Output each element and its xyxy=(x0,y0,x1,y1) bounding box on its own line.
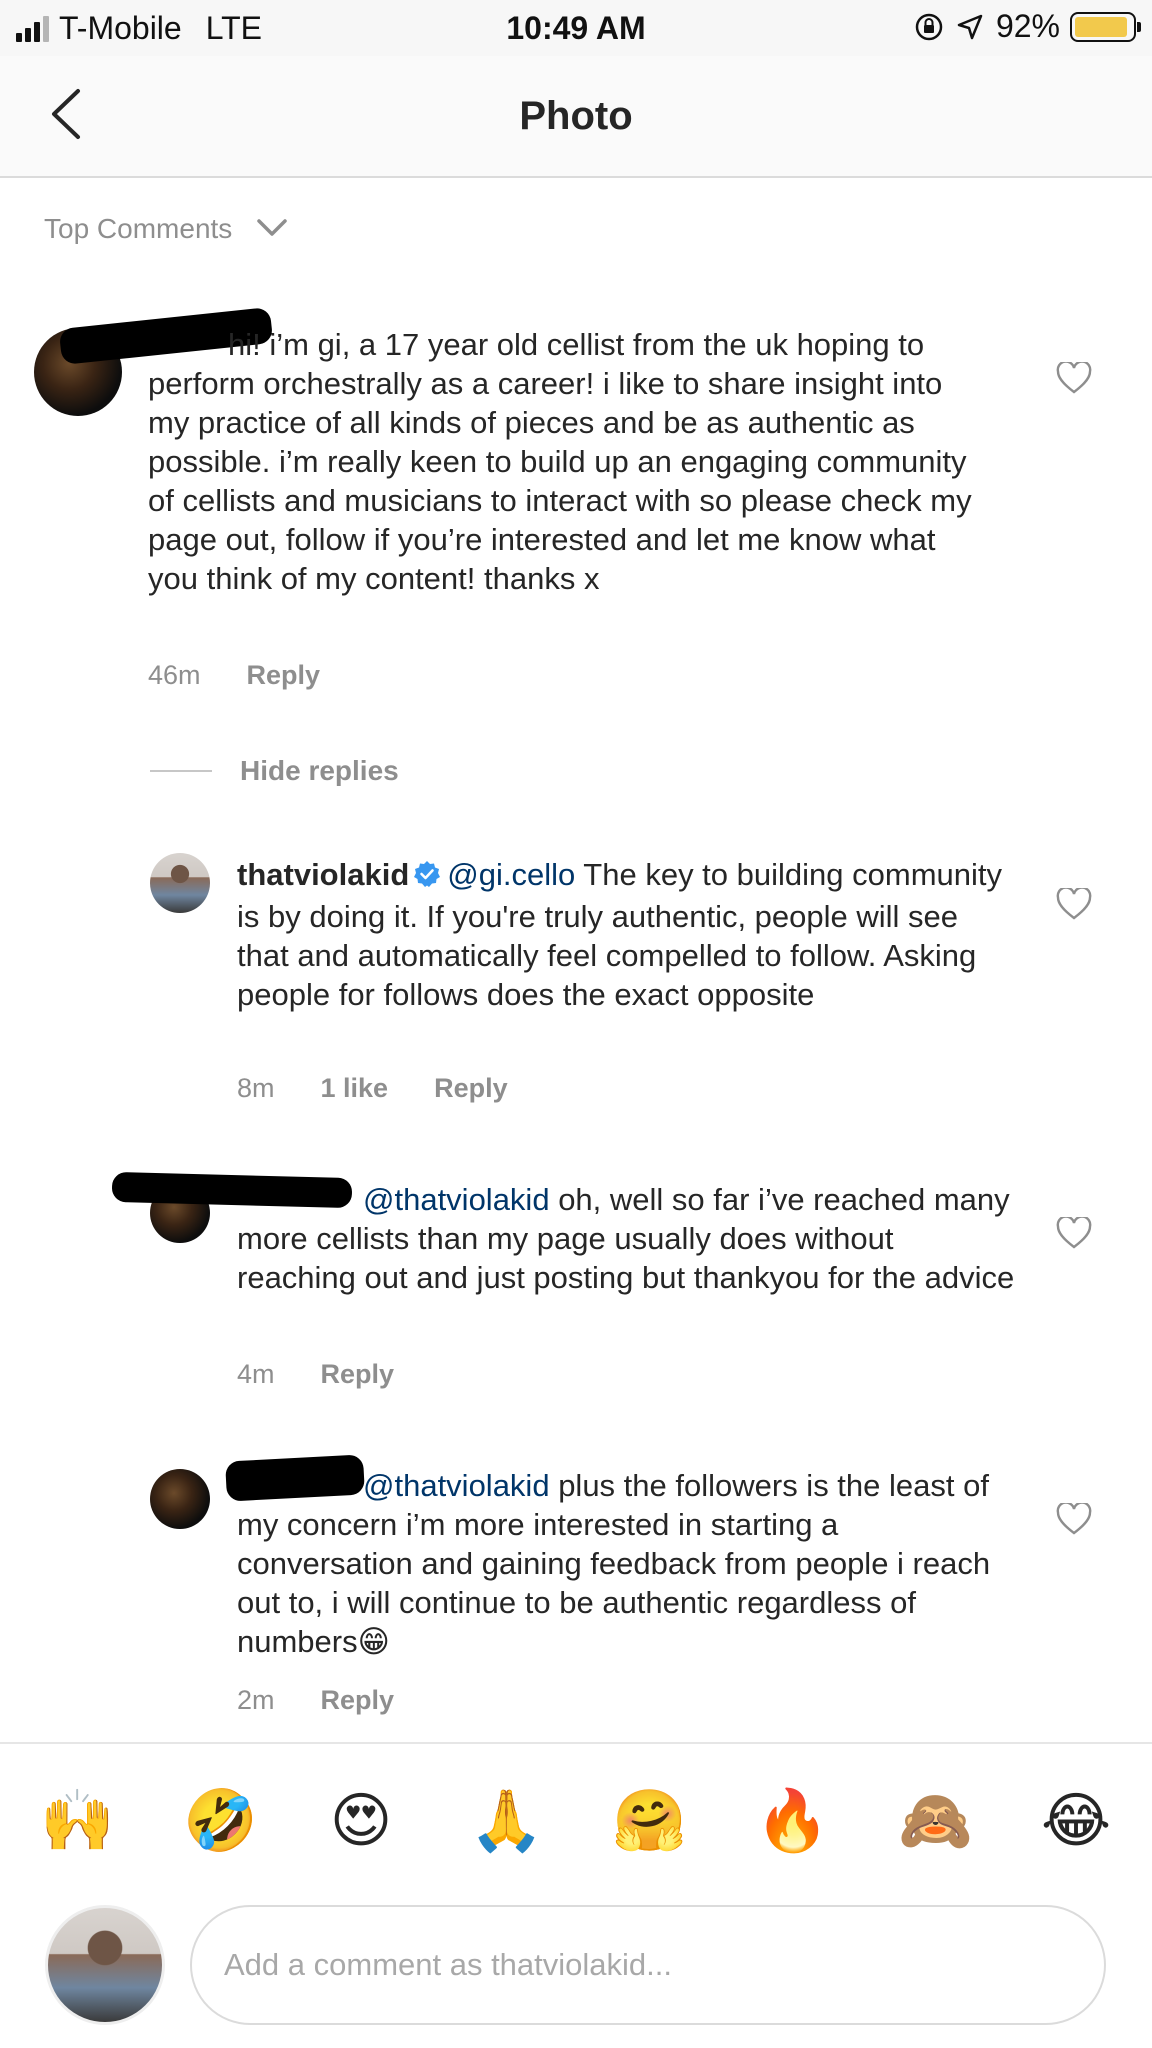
see-no-evil-emoji[interactable]: 🙈 xyxy=(898,1786,973,1856)
reply-emoji: 😁 xyxy=(357,1624,390,1660)
like-button[interactable] xyxy=(1056,360,1092,394)
comment-time: 46m xyxy=(148,660,201,690)
username[interactable]: thatviolakid xyxy=(237,857,409,892)
reply-meta: 8m 1 like Reply xyxy=(237,1073,508,1104)
battery-percent: 92% xyxy=(995,8,1060,44)
reply-button[interactable]: Reply xyxy=(434,1073,508,1104)
battery-fill xyxy=(1075,16,1127,37)
mention-link[interactable]: @thatviolakid xyxy=(363,1468,550,1503)
raising-hands-emoji[interactable]: 🙌 xyxy=(40,1786,115,1856)
hide-replies-button[interactable]: Hide replies xyxy=(150,755,399,787)
fire-emoji[interactable]: 🔥 xyxy=(755,1786,830,1856)
avatar[interactable] xyxy=(150,853,210,913)
heart-icon xyxy=(1056,886,1092,920)
rofl-emoji[interactable]: 🤣 xyxy=(183,1786,258,1856)
reply-text: @thatviolakid plus the followers is the … xyxy=(237,1466,1017,1662)
comment-input[interactable] xyxy=(190,1905,1106,2025)
heart-icon xyxy=(1056,1215,1092,1249)
status-bar: T-Mobile LTE 10:49 AM 92% xyxy=(0,0,1152,56)
reply-button[interactable]: Reply xyxy=(247,660,321,691)
nav-bar: Photo xyxy=(0,56,1152,178)
mention-link[interactable]: @gi.cello xyxy=(447,857,575,892)
folded-hands-emoji[interactable]: 🙏 xyxy=(469,1786,544,1856)
sort-dropdown[interactable]: Top Comments xyxy=(44,213,288,245)
avatar xyxy=(45,1905,165,2025)
hide-replies-label: Hide replies xyxy=(240,755,399,786)
hugging-emoji[interactable]: 🤗 xyxy=(612,1786,687,1856)
heart-icon xyxy=(1056,360,1092,394)
reply-text: @thatviolakid oh, well so far i’ve reach… xyxy=(237,1180,1017,1297)
reply-time: 2m xyxy=(237,1685,275,1715)
reply-time: 8m xyxy=(237,1073,275,1103)
reply-body: oh, well so far i’ve reached many more c… xyxy=(237,1182,1015,1295)
like-button[interactable] xyxy=(1056,1215,1092,1249)
reply-meta: 4m Reply xyxy=(237,1359,394,1390)
comment-body: hi! i’m gi, a 17 year old cellist from t… xyxy=(148,327,972,596)
status-right: 92% xyxy=(914,8,1141,45)
sort-label: Top Comments xyxy=(44,213,233,244)
page-title: Photo xyxy=(519,94,633,138)
chevron-down-icon xyxy=(256,213,288,245)
tears-of-joy-emoji[interactable]: 😂 xyxy=(1041,1786,1111,1856)
divider xyxy=(150,770,212,772)
orientation-lock-icon xyxy=(914,12,944,42)
like-button[interactable] xyxy=(1056,1501,1092,1535)
reply-button[interactable]: Reply xyxy=(321,1359,395,1390)
battery-icon xyxy=(1070,11,1141,42)
reply-body: plus the followers is the least of my co… xyxy=(237,1468,991,1659)
location-icon xyxy=(956,13,984,41)
comment-text: hi! i’m gi, a 17 year old cellist from t… xyxy=(148,325,988,598)
reply-text: thatviolakid @gi.cello The key to buildin… xyxy=(237,855,1007,1014)
reply-meta: 2m Reply xyxy=(237,1685,394,1716)
like-button[interactable] xyxy=(1056,886,1092,920)
reply-button[interactable]: Reply xyxy=(321,1685,395,1716)
comment-meta: 46m Reply xyxy=(148,660,320,691)
mention-link[interactable]: @thatviolakid xyxy=(363,1182,550,1217)
heart-icon xyxy=(1056,1501,1092,1535)
verified-badge-icon xyxy=(413,858,441,897)
emoji-bar: 🙌 🤣 😍 🙏 🤗 🔥 🙈 😂 xyxy=(0,1742,1152,1892)
reply-time: 4m xyxy=(237,1359,275,1389)
heart-eyes-emoji[interactable]: 😍 xyxy=(326,1786,396,1856)
avatar[interactable] xyxy=(150,1469,210,1529)
likes-count[interactable]: 1 like xyxy=(321,1073,389,1104)
